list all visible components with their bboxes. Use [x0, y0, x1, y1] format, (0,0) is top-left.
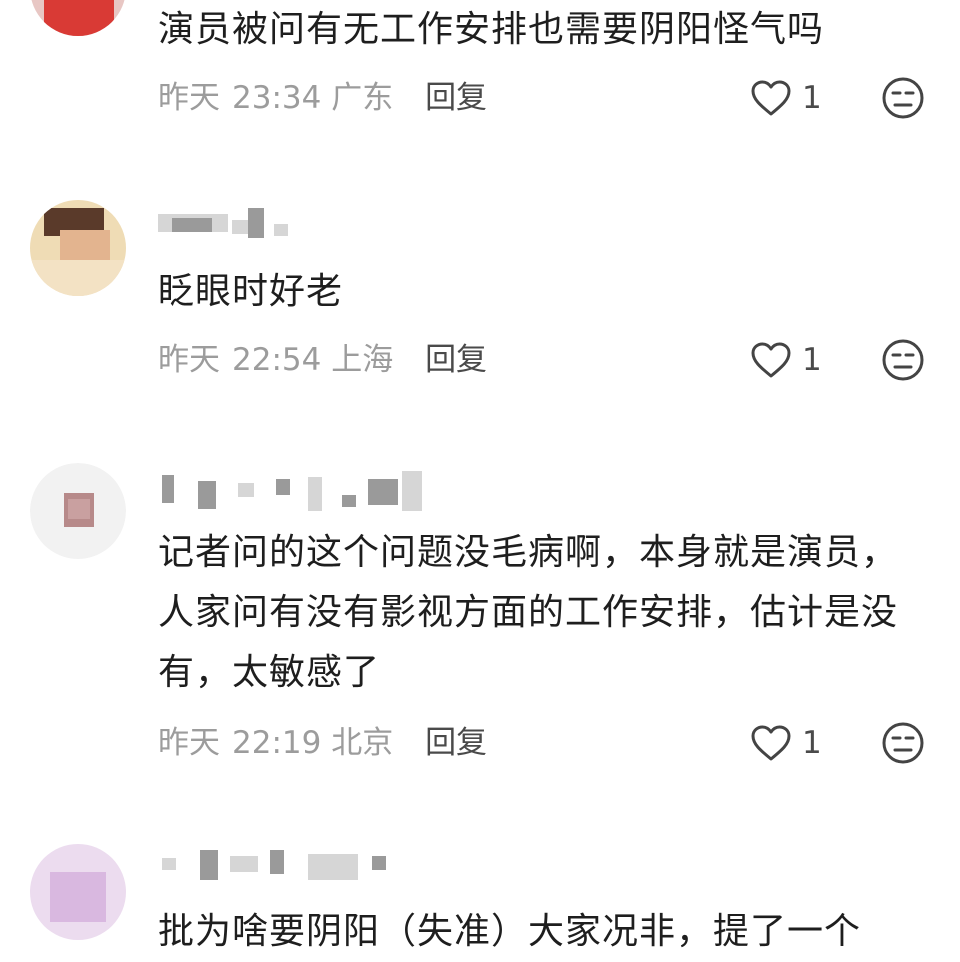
- neutral-face-icon: [882, 339, 924, 381]
- comment-text: 记者问的这个问题没毛病啊，本身就是演员，人家问有没有影视方面的工作安排，估计是没…: [158, 532, 899, 693]
- like-button[interactable]: 1: [750, 338, 822, 382]
- comment-meta: 昨天 22:54 上海 回复: [158, 338, 487, 382]
- like-button[interactable]: 1: [750, 76, 822, 120]
- like-count: 1: [802, 80, 822, 116]
- username-blurred[interactable]: [158, 469, 458, 511]
- comment-text: 演员被问有无工作安排也需要阴阳怪气吗: [158, 9, 825, 50]
- comment-location: 北京: [331, 725, 394, 761]
- username-blurred[interactable]: [158, 844, 458, 884]
- reply-button[interactable]: 回复: [425, 80, 487, 116]
- comment-time: 22:19: [232, 725, 322, 761]
- neutral-face-icon: [882, 77, 924, 119]
- like-count: 1: [802, 725, 822, 761]
- like-count: 1: [802, 342, 822, 378]
- comment-meta: 昨天 23:34 广东 回复: [158, 76, 487, 120]
- heart-outline-icon: [751, 342, 791, 378]
- comment-text: 批为啥要阴阳（失准）大家况非，提了一个: [158, 911, 862, 952]
- comment-time: 22:54: [232, 342, 322, 378]
- reply-button[interactable]: 回复: [425, 725, 487, 761]
- avatar[interactable]: [30, 0, 126, 36]
- avatar[interactable]: [30, 200, 126, 296]
- comment-location: 上海: [331, 342, 394, 378]
- reply-button[interactable]: 回复: [425, 342, 487, 378]
- emoji-button[interactable]: [881, 721, 925, 765]
- avatar[interactable]: [30, 463, 126, 559]
- heart-outline-icon: [751, 80, 791, 116]
- emoji-button[interactable]: [881, 338, 925, 382]
- comment-date: 昨天: [158, 725, 220, 761]
- comment-time: 23:34: [232, 80, 322, 116]
- comment-date: 昨天: [158, 80, 220, 116]
- username-blurred[interactable]: [158, 204, 458, 244]
- comment-date: 昨天: [158, 342, 220, 378]
- like-button[interactable]: 1: [750, 721, 822, 765]
- comment-text: 眨眼时好老: [158, 271, 344, 312]
- emoji-button[interactable]: [881, 76, 925, 120]
- avatar[interactable]: [30, 844, 126, 940]
- comment-location: 广东: [331, 80, 394, 116]
- neutral-face-icon: [882, 722, 924, 764]
- heart-outline-icon: [751, 725, 791, 761]
- comment-meta: 昨天 22:19 北京 回复: [158, 721, 487, 765]
